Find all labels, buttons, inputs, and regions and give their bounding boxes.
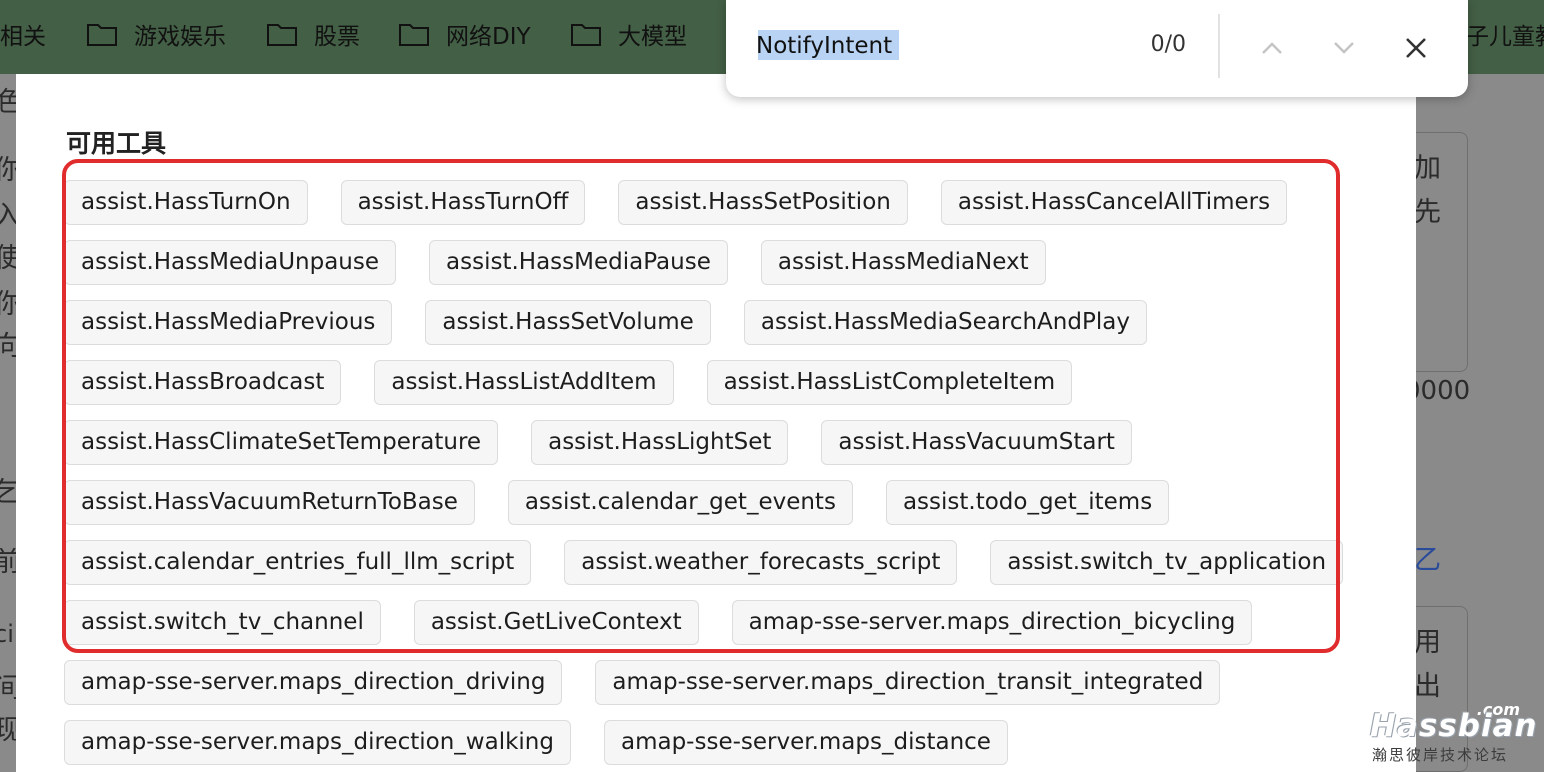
tool-tag: assist.HassVacuumReturnToBase	[64, 480, 475, 525]
tag-row: assist.calendar_entries_full_llm_script …	[64, 540, 1344, 585]
bookmark-label: 游戏娱乐	[134, 24, 226, 50]
tool-tag: amap-sse-server.maps_direction_bicycling	[731, 600, 1253, 645]
bookmark-network-diy[interactable]: 网络DIY	[398, 18, 531, 50]
watermark-subtitle: 瀚思彼岸技术论坛	[1372, 746, 1509, 764]
tool-tag: assist.HassLightSet	[531, 420, 789, 465]
tool-tag: assist.HassClimateSetTemperature	[64, 420, 499, 465]
bookmark-label: 股票	[314, 24, 360, 50]
tool-tag: amap-sse-server.maps_direction_driving	[64, 660, 563, 705]
tool-tag: assist.switch_tv_channel	[64, 600, 381, 645]
folder-icon	[87, 24, 117, 46]
tag-row: amap-sse-server.maps_direction_driving a…	[64, 660, 1344, 705]
find-close-button[interactable]	[1396, 28, 1436, 68]
tag-row: assist.HassClimateSetTemperature assist.…	[64, 420, 1344, 465]
bookmark-games[interactable]: 游戏娱乐	[86, 18, 226, 50]
background-text: 先	[1414, 197, 1441, 228]
tool-tag: amap-sse-server.maps_distance	[603, 720, 1008, 765]
find-bar: 0/0	[726, 0, 1468, 97]
site-watermark: .com Hassbian 瀚思彼岸技术论坛	[1364, 700, 1537, 770]
folder-icon	[571, 24, 601, 46]
folder-icon	[399, 24, 429, 46]
find-match-count: 0/0	[1150, 32, 1186, 57]
tool-tag: assist.HassSetPosition	[618, 180, 908, 225]
bookmark-label: 网络DIY	[446, 24, 531, 50]
tool-tag: assist.HassListCompleteItem	[706, 360, 1073, 405]
background-text: 加	[1414, 153, 1441, 184]
find-previous-button[interactable]	[1252, 28, 1292, 68]
tool-tag: assist.calendar_entries_full_llm_script	[64, 540, 532, 585]
bookmark-right-partial[interactable]: 子儿童教	[1466, 18, 1544, 50]
tool-tag: assist.HassMediaPrevious	[64, 300, 393, 345]
tool-tag: amap-sse-server.maps_direction_transit_i…	[595, 660, 1221, 705]
find-input[interactable]	[756, 28, 1136, 64]
tag-row: assist.HassMediaPrevious assist.HassSetV…	[64, 300, 1344, 345]
bookmark-llm[interactable]: 大模型	[570, 18, 687, 50]
tool-tag: assist.HassMediaSearchAndPlay	[743, 300, 1147, 345]
tool-tag: assist.HassListAddItem	[374, 360, 674, 405]
tool-tag: assist.HassTurnOn	[64, 180, 308, 225]
find-next-button[interactable]	[1324, 28, 1364, 68]
tool-tag: amap-sse-server.maps_direction_walking	[64, 720, 571, 765]
tool-tag: assist.HassMediaPause	[429, 240, 728, 285]
find-divider	[1218, 14, 1220, 78]
tool-tag: assist.HassSetVolume	[425, 300, 711, 345]
bookmark-label: 子儿童教	[1466, 24, 1544, 50]
chevron-up-icon	[1262, 42, 1282, 54]
tool-tag: assist.switch_tv_application	[990, 540, 1344, 585]
tag-row: assist.HassVacuumReturnToBase assist.cal…	[64, 480, 1344, 525]
tool-tag-list: assist.HassTurnOn assist.HassTurnOff ass…	[64, 180, 1344, 772]
section-title: 可用工具	[66, 129, 167, 158]
tag-row: assist.HassTurnOn assist.HassTurnOff ass…	[64, 180, 1344, 225]
tag-row: assist.HassMediaUnpause assist.HassMedia…	[64, 240, 1344, 285]
bookmark-label: 相关	[0, 24, 46, 50]
tool-tag: assist.HassBroadcast	[64, 360, 342, 405]
tool-tag: assist.calendar_get_events	[507, 480, 853, 525]
background-text: 用	[1414, 627, 1441, 658]
tool-tag: assist.GetLiveContext	[413, 600, 699, 645]
background-text: 乙	[1414, 545, 1441, 576]
tool-tag: assist.HassMediaUnpause	[64, 240, 397, 285]
tool-tag: assist.HassTurnOff	[340, 180, 586, 225]
bookmark-stocks[interactable]: 股票	[266, 18, 360, 50]
tool-tag: assist.weather_forecasts_script	[564, 540, 958, 585]
tool-tag: assist.HassVacuumStart	[821, 420, 1132, 465]
tools-dialog: 可用工具 assist.HassTurnOn assist.HassTurnOf…	[16, 74, 1416, 772]
tag-row: assist.HassBroadcast assist.HassListAddI…	[64, 360, 1344, 405]
watermark-brand: Hassbian	[1370, 708, 1538, 744]
chevron-down-icon	[1334, 42, 1354, 54]
background-text: 出	[1414, 671, 1441, 702]
folder-icon	[267, 24, 297, 46]
tool-tag: assist.HassMediaNext	[760, 240, 1046, 285]
bookmark-label: 大模型	[618, 24, 687, 50]
bookmark-related[interactable]: 相关	[0, 18, 46, 50]
close-icon	[1406, 38, 1426, 58]
tool-tag: assist.todo_get_items	[885, 480, 1170, 525]
tool-tag: assist.HassCancelAllTimers	[940, 180, 1288, 225]
tag-row: amap-sse-server.maps_direction_walking a…	[64, 720, 1344, 765]
tag-row: assist.switch_tv_channel assist.GetLiveC…	[64, 600, 1344, 645]
